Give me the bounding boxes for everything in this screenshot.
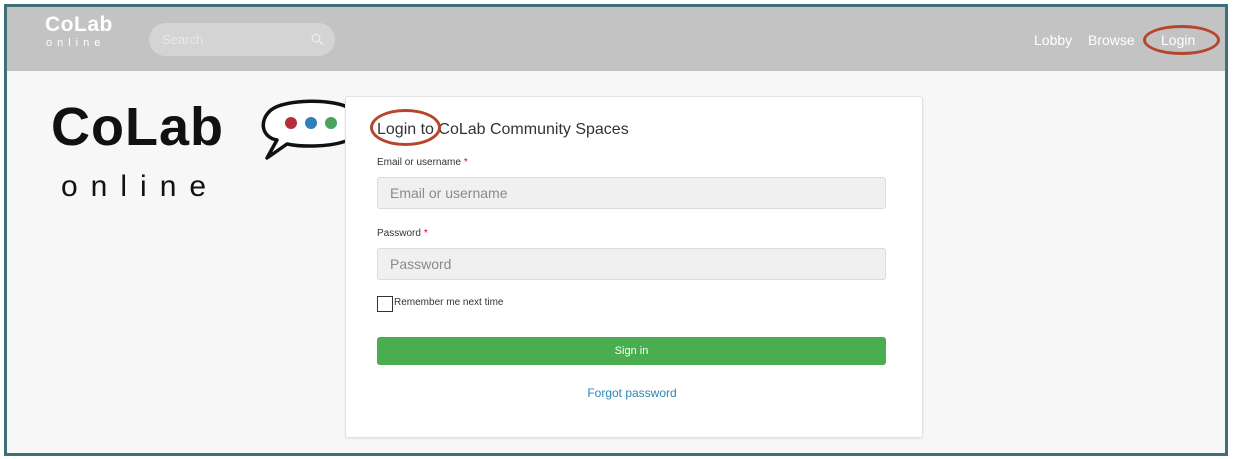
nav-link-lobby[interactable]: Lobby [1034, 32, 1072, 48]
nav-logo[interactable]: CoLab online [45, 14, 113, 49]
forgot-password-link[interactable]: Forgot password [346, 386, 918, 400]
remember-me-label[interactable]: Remember me next time [394, 296, 504, 309]
required-marker: * [423, 228, 428, 239]
email-field[interactable] [378, 178, 885, 208]
remember-me-checkbox[interactable] [377, 296, 393, 312]
nav-link-browse[interactable]: Browse [1088, 32, 1135, 48]
email-label: Email or username * [377, 157, 468, 168]
nav-logo-sub: online [46, 37, 106, 49]
title-highlight-ring [370, 109, 441, 146]
sign-in-button[interactable]: Sign in [377, 337, 886, 365]
password-label-text: Password [377, 228, 421, 239]
search-input[interactable]: Search [162, 32, 203, 47]
password-label: Password * [377, 228, 428, 239]
app-frame: CoLab online Search Lobby Browse Login C… [4, 4, 1228, 456]
colab-online-logo: CoLab online [51, 97, 362, 203]
top-navbar: CoLab online Search Lobby Browse Login [7, 7, 1225, 71]
search-box[interactable]: Search [149, 23, 335, 56]
password-field[interactable] [378, 249, 885, 279]
email-field-box [377, 177, 886, 209]
password-field-box [377, 248, 886, 280]
email-label-text: Email or username [377, 157, 461, 168]
nav-logo-main: CoLab [45, 13, 113, 36]
login-highlight-ring [1143, 25, 1220, 55]
login-card: Login to CoLab Community Spaces Email or… [345, 96, 923, 438]
logo-colab-text: CoLab [51, 97, 224, 157]
search-icon[interactable] [311, 33, 324, 46]
required-marker: * [463, 157, 468, 168]
logo-online-text: online [61, 170, 220, 203]
